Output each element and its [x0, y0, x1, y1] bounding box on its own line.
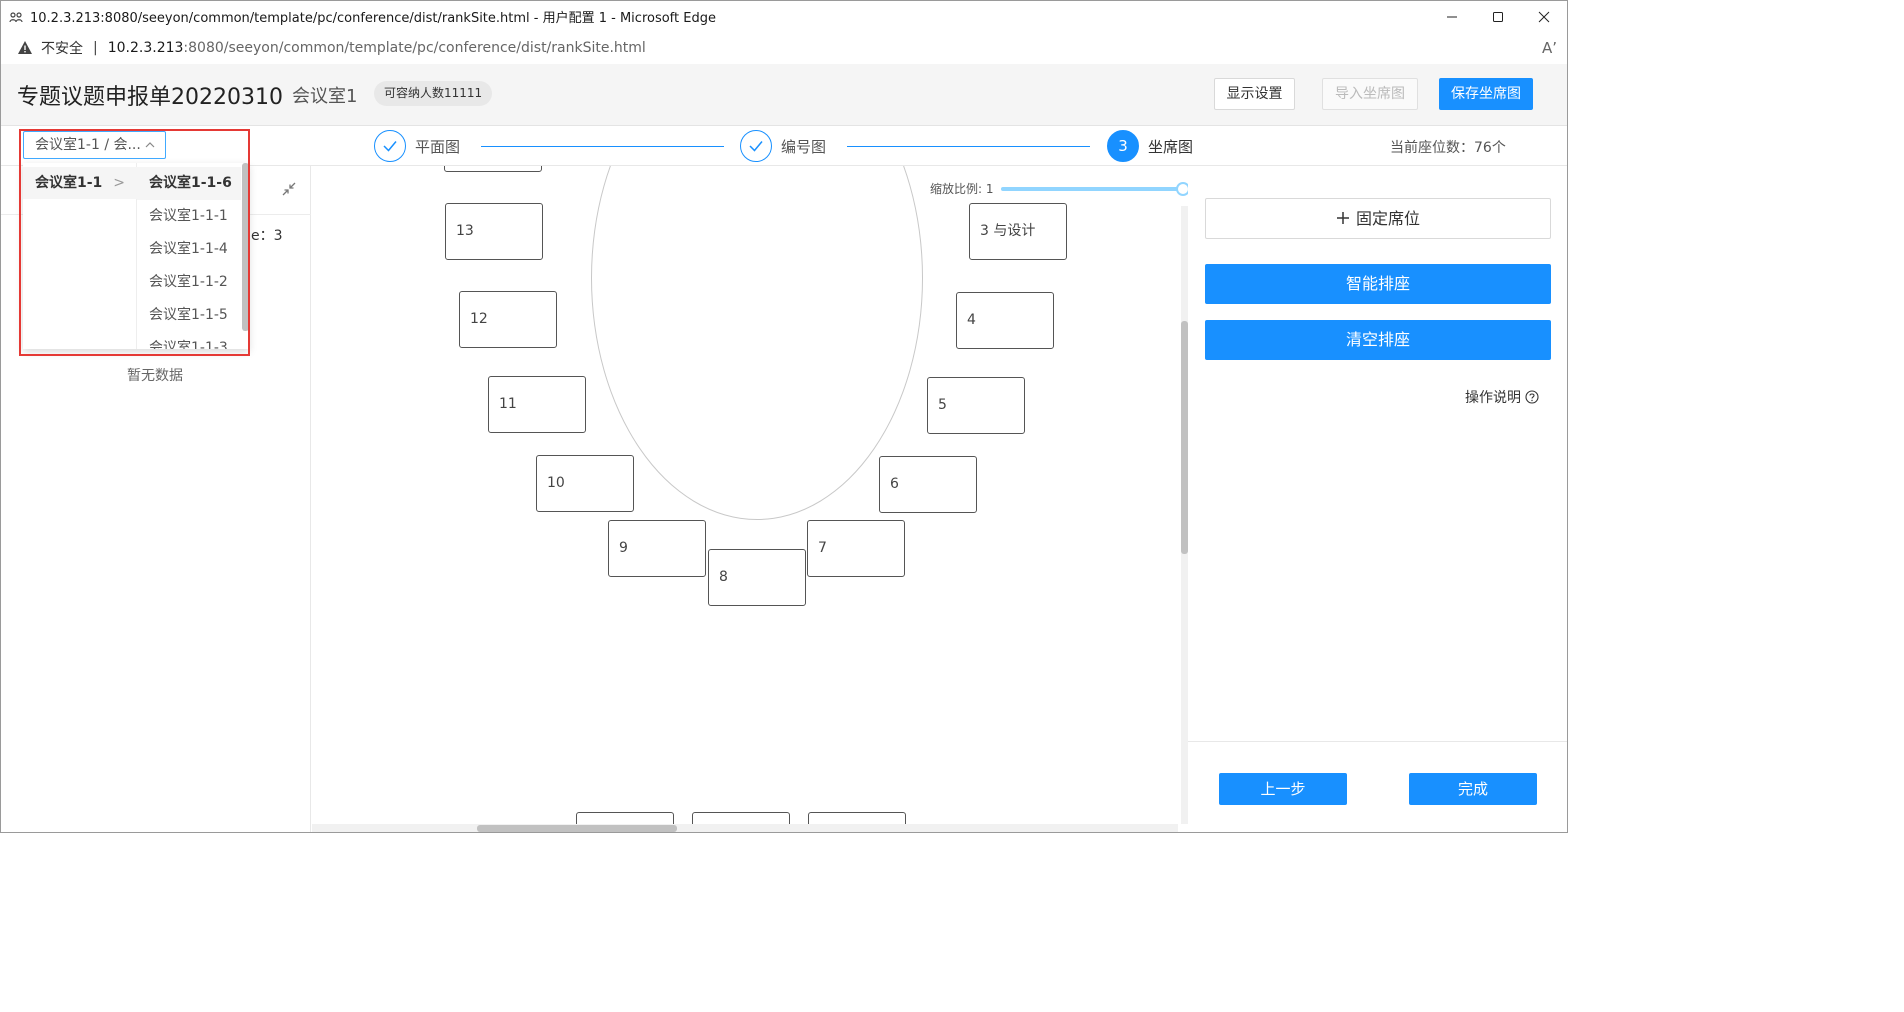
maximize-icon: [1493, 11, 1503, 22]
step-line-2: [847, 146, 1090, 147]
step-3-number: 3: [1107, 130, 1139, 162]
cascader-option[interactable]: 会议室1-1-5: [137, 299, 241, 332]
chevron-right-icon: >: [113, 175, 125, 191]
footer-divider: [1188, 741, 1567, 742]
profile-icon: [9, 11, 23, 22]
cascader-column-2: 会议室1-1-6 会议室1-1-1 会议室1-1-4 会议室1-1-2 会议室1…: [137, 163, 249, 349]
capacity-badge: 可容纳人数11111: [374, 81, 493, 106]
cascader-option[interactable]: 会议室1-1-4: [137, 233, 241, 266]
question-circle-icon: [1525, 390, 1539, 404]
seat-3[interactable]: 3 与设计: [969, 203, 1067, 260]
zoom-slider-handle[interactable]: [1176, 182, 1188, 196]
collapse-icon[interactable]: [281, 181, 297, 197]
step-1-label: 平面图: [415, 138, 461, 156]
cascader-option[interactable]: 会议室1-1-3: [137, 332, 241, 349]
cascader-value: 会议室1-1 / 会...: [35, 137, 141, 153]
import-chart-button[interactable]: 导入坐席图: [1322, 78, 1418, 110]
chevron-up-icon: [145, 142, 155, 148]
seat-count: 当前座位数：76个: [1390, 140, 1506, 156]
seat-4[interactable]: 4: [956, 292, 1054, 349]
fixed-seat-label: 固定席位: [1355, 209, 1420, 228]
partial-label: e：3: [251, 228, 283, 244]
close-icon: [1538, 11, 1550, 22]
cascader-option[interactable]: 会议室1-1-6: [137, 167, 241, 200]
minimize-button[interactable]: [1429, 1, 1475, 32]
app-header: 专题议题申报单20220310 会议室1 可容纳人数11111 显示设置 导入坐…: [1, 64, 1567, 126]
previous-step-button[interactable]: 上一步: [1219, 773, 1347, 805]
seat-9[interactable]: 9: [608, 520, 706, 577]
url-path[interactable]: :8080/seeyon/common/template/pc/conferen…: [183, 40, 645, 56]
step-1-check-icon: [374, 130, 406, 162]
step-2-check-icon: [740, 130, 772, 162]
canvas-vertical-scroll-thumb[interactable]: [1181, 321, 1188, 554]
cascader-column-1: 会议室1-1 >: [23, 163, 137, 349]
url-host[interactable]: 10.2.3.213: [108, 40, 184, 56]
smart-arrange-button[interactable]: 智能排座: [1205, 264, 1551, 304]
display-settings-button[interactable]: 显示设置: [1214, 78, 1295, 110]
cascader-option[interactable]: 会议室1-1-1: [137, 200, 241, 233]
seating-canvas[interactable]: 13 12 11 10 9 8 7 6 5 4 3 与设计 缩放比例: 1: [312, 166, 1188, 832]
right-panel: 固定席位 智能排座 清空排座 操作说明 上一步 完成: [1188, 166, 1567, 832]
save-chart-button[interactable]: 保存坐席图: [1439, 78, 1533, 110]
title-bar: 10.2.3.213:8080/seeyon/common/template/p…: [1, 1, 1567, 32]
seat-top-partial[interactable]: [444, 166, 542, 172]
cascader-option[interactable]: 会议室1-1-2: [137, 266, 241, 299]
insecure-label[interactable]: 不安全: [41, 38, 83, 58]
zoom-label: 缩放比例: 1: [930, 182, 994, 196]
browser-window: 10.2.3.213:8080/seeyon/common/template/p…: [0, 0, 1568, 833]
plus-icon: [1336, 212, 1349, 224]
close-button[interactable]: [1521, 1, 1567, 32]
step-2-label: 编号图: [781, 138, 827, 156]
address-separator: |: [93, 40, 98, 56]
cascader-dropdown: 会议室1-1 > 会议室1-1-6 会议室1-1-1 会议室1-1-4 会议室1…: [23, 163, 249, 349]
seat-6[interactable]: 6: [879, 456, 977, 513]
seat-12[interactable]: 12: [459, 291, 557, 348]
maximize-button[interactable]: [1475, 1, 1521, 32]
step-bar: 平面图 编号图 3 坐席图 当前座位数：76个: [1, 126, 1567, 166]
minimize-icon: [1447, 16, 1457, 17]
window-title: 10.2.3.213:8080/seeyon/common/template/p…: [30, 11, 716, 26]
read-aloud-icon[interactable]: Aʼ: [1542, 39, 1557, 57]
room-cascader-input[interactable]: 会议室1-1 / 会...: [23, 131, 166, 159]
step-3-label: 坐席图: [1148, 138, 1194, 156]
seat-8[interactable]: 8: [708, 549, 806, 606]
step-line-1: [481, 146, 724, 147]
cascader-scrollbar[interactable]: [242, 163, 249, 331]
room-name: 会议室1: [292, 86, 358, 107]
page-title: 专题议题申报单20220310: [17, 85, 283, 110]
canvas-horizontal-scrollbar[interactable]: [312, 824, 1178, 832]
warning-icon[interactable]: [17, 40, 33, 56]
finish-button[interactable]: 完成: [1409, 773, 1537, 805]
clear-arrange-button[interactable]: 清空排座: [1205, 320, 1551, 360]
operation-help[interactable]: 操作说明: [1465, 387, 1539, 407]
fixed-seat-button[interactable]: 固定席位: [1205, 198, 1551, 239]
seat-7[interactable]: 7: [807, 520, 905, 577]
seat-10[interactable]: 10: [536, 455, 634, 512]
seat-13[interactable]: 13: [445, 203, 543, 260]
address-bar[interactable]: 不安全 | 10.2.3.213:8080/seeyon/common/temp…: [1, 32, 1567, 64]
no-data-text: 暂无数据: [127, 368, 183, 384]
zoom-slider[interactable]: [1001, 187, 1182, 191]
canvas-horizontal-scroll-thumb[interactable]: [477, 825, 677, 832]
cascader-option-room-1-1[interactable]: 会议室1-1 >: [23, 167, 137, 199]
cascader-option-label: 会议室1-1: [35, 175, 103, 191]
seat-5[interactable]: 5: [927, 377, 1025, 434]
operation-help-label: 操作说明: [1465, 390, 1521, 406]
conference-table: [591, 166, 923, 520]
seat-11[interactable]: 11: [488, 376, 586, 433]
